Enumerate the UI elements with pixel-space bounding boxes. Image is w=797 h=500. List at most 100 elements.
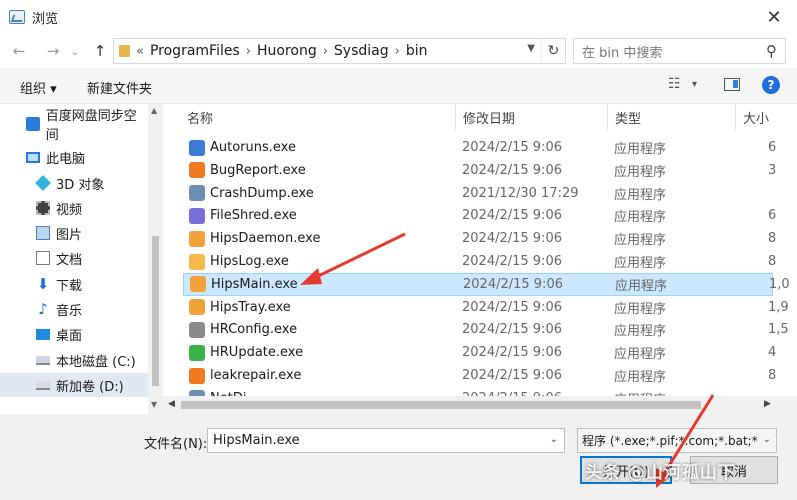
file-type: 应用程序 xyxy=(614,187,667,203)
search-placeholder: 在 bin 中搜索 xyxy=(582,45,663,61)
sidebar-item-videos[interactable]: 视频 xyxy=(0,196,148,220)
breadcrumb-bin[interactable]: bin xyxy=(406,43,428,59)
sidebar-item-downloads[interactable]: ⬇ 下载 xyxy=(0,272,148,296)
column-header-name[interactable]: 名称 ˄ xyxy=(179,104,455,130)
file-type: 应用程序 xyxy=(614,324,667,340)
preview-pane-icon[interactable] xyxy=(724,78,740,91)
up-button[interactable]: ↑ xyxy=(89,40,111,62)
file-type: 应用程序 xyxy=(614,301,667,317)
file-row[interactable]: HRUpdate.exe 2024/2/15 9:06 应用程序 4 xyxy=(183,341,776,364)
organize-menu[interactable]: 组织 ▾ xyxy=(20,78,57,97)
close-button[interactable]: ✕ xyxy=(751,0,797,34)
chevron-down-icon[interactable]: ⌄ xyxy=(763,434,771,445)
sidebar-item-drive-d[interactable]: 新加卷 (D:) xyxy=(0,373,148,397)
new-folder-button[interactable]: 新建文件夹 xyxy=(87,78,152,97)
address-bar[interactable]: « ProgramFiles › Huorong › Sysdiag › bin… xyxy=(113,38,566,64)
horizontal-scroll-thumb[interactable] xyxy=(181,401,701,409)
breadcrumb-programfiles[interactable]: ProgramFiles xyxy=(150,43,240,59)
sidebar-item-documents[interactable]: 文档 xyxy=(0,246,148,270)
view-options-dropdown[interactable]: ▾ xyxy=(692,79,697,90)
file-row[interactable]: CrashDump.exe 2021/12/30 17:29 应用程序 xyxy=(183,182,773,205)
file-modified-date: 2024/2/15 9:06 xyxy=(462,254,562,269)
filetype-select[interactable]: 程序 (*.exe;*.pif;*.com;*.bat;* ⌄ xyxy=(577,428,777,453)
file-type: 应用程序 xyxy=(614,210,667,226)
chevron-down-icon[interactable]: ⌄ xyxy=(550,434,558,445)
sidebar-item-music[interactable]: ♪ 音乐 xyxy=(0,297,148,321)
file-modified-date: 2024/2/15 9:06 xyxy=(462,345,562,361)
file-type: 应用程序 xyxy=(614,256,667,271)
sidebar-item-3d-objects[interactable]: 3D 对象 xyxy=(0,171,148,195)
column-header-size[interactable]: 大小 xyxy=(735,104,797,130)
hipslog-icon xyxy=(189,253,205,270)
horizontal-scrollbar[interactable]: ◀ ▶ xyxy=(163,396,797,414)
sidebar-item-label: 视频 xyxy=(56,202,83,218)
sidebar-item-label: 音乐 xyxy=(56,303,83,319)
sidebar-item-pictures[interactable]: 图片 xyxy=(0,221,148,245)
leakrepair-icon xyxy=(189,367,205,384)
file-name: HipsTray.exe xyxy=(210,299,291,315)
breadcrumb-huorong[interactable]: Huorong xyxy=(257,43,317,59)
back-button[interactable]: ← xyxy=(8,40,30,62)
bugreport-icon xyxy=(189,162,205,179)
navigation-bar: ← → ⌄ ↑ « ProgramFiles › Huorong › Sysdi… xyxy=(0,34,797,68)
column-header-type[interactable]: 类型 xyxy=(607,104,735,130)
column-header-modified[interactable]: 修改日期 xyxy=(455,104,607,130)
sidebar-item-label: 此电脑 xyxy=(46,151,86,167)
computer-icon xyxy=(26,151,40,163)
file-type: 应用程序 xyxy=(614,347,667,363)
file-size: 3 xyxy=(768,162,777,178)
recent-locations-button[interactable]: ⌄ xyxy=(64,40,86,62)
help-icon[interactable]: ? xyxy=(762,76,780,94)
file-row[interactable]: leakrepair.exe 2024/2/15 9:06 应用程序 8 xyxy=(183,364,777,387)
breadcrumb-sysdiag[interactable]: Sysdiag xyxy=(334,43,389,59)
file-type: 应用程序 xyxy=(614,370,667,385)
address-dropdown-icon[interactable]: ▼ xyxy=(527,43,535,54)
file-row[interactable]: HipsTray.exe 2024/2/15 9:06 应用程序 1,9 xyxy=(183,296,789,319)
file-row[interactable]: HipsLog.exe 2024/2/15 9:06 应用程序 8 xyxy=(183,250,777,273)
file-size: 8 xyxy=(768,254,777,269)
sidebar-item-label: 百度网盘同步空间 xyxy=(45,109,137,143)
file-modified-date: 2024/2/15 9:06 xyxy=(462,231,562,247)
file-name: BugReport.exe xyxy=(210,162,306,178)
file-row[interactable]: Autoruns.exe 2024/2/15 9:06 应用程序 6 xyxy=(183,136,776,159)
file-row[interactable]: BugReport.exe 2024/2/15 9:06 应用程序 3 xyxy=(183,159,777,182)
scroll-right-icon[interactable]: ▶ xyxy=(764,399,771,409)
filetype-value: 程序 (*.exe;*.pif;*.com;*.bat;* xyxy=(582,434,758,448)
breadcrumb-overflow[interactable]: « xyxy=(136,44,144,59)
file-name: HRConfig.exe xyxy=(210,322,298,338)
huorong-flame-icon xyxy=(189,230,205,247)
sidebar-scrollbar[interactable]: ▲ ▼ xyxy=(148,104,163,414)
video-icon xyxy=(36,201,50,215)
scroll-left-icon[interactable]: ◀ xyxy=(168,399,175,409)
scroll-up-icon[interactable]: ▲ xyxy=(151,106,157,115)
refresh-button[interactable]: ↻ xyxy=(541,39,565,63)
sidebar-item-this-pc[interactable]: 此电脑 xyxy=(0,145,148,169)
file-size: 6 xyxy=(768,208,777,224)
music-icon: ♪ xyxy=(38,300,48,318)
file-name: HipsMain.exe xyxy=(211,276,298,292)
search-input[interactable]: 在 bin 中搜索 ⚲ xyxy=(573,38,786,64)
sidebar-scroll-thumb[interactable] xyxy=(152,236,159,386)
file-name: HipsLog.exe xyxy=(210,254,289,269)
sidebar-item-desktop[interactable]: 桌面 xyxy=(0,322,148,346)
scroll-down-icon[interactable]: ▼ xyxy=(151,400,157,409)
file-modified-date: 2021/12/30 17:29 xyxy=(462,185,579,201)
file-row[interactable]: HipsDaemon.exe 2024/2/15 9:06 应用程序 8 xyxy=(183,227,776,250)
sidebar-item-label: 新加卷 (D:) xyxy=(56,379,124,395)
sidebar-item-label: 3D 对象 xyxy=(56,177,105,193)
sidebar-item-drive-c[interactable]: 本地磁盘 (C:) xyxy=(0,348,148,372)
forward-button[interactable]: → xyxy=(42,40,64,62)
column-header-label: 名称 xyxy=(187,111,214,127)
view-options-icon[interactable]: ☷ xyxy=(668,76,681,92)
file-row[interactable]: HipsMain.exe 2024/2/15 9:06 应用程序 1,0 xyxy=(183,272,790,296)
file-row[interactable]: HRConfig.exe 2024/2/15 9:06 应用程序 1,5 xyxy=(183,318,789,341)
file-row[interactable]: FileShred.exe 2024/2/15 9:06 应用程序 6 xyxy=(183,204,777,227)
breadcrumb-separator: › xyxy=(394,43,400,59)
file-name: CrashDump.exe xyxy=(210,185,314,201)
file-name: FileShred.exe xyxy=(210,208,297,224)
file-size: 1,5 xyxy=(768,322,789,338)
breadcrumb-separator: › xyxy=(245,43,251,59)
filename-field[interactable]: HipsMain.exe ⌄ xyxy=(207,428,565,453)
file-size: 8 xyxy=(768,368,777,383)
sidebar-item-baidu-sync[interactable]: 百度网盘同步空间 xyxy=(0,109,148,143)
